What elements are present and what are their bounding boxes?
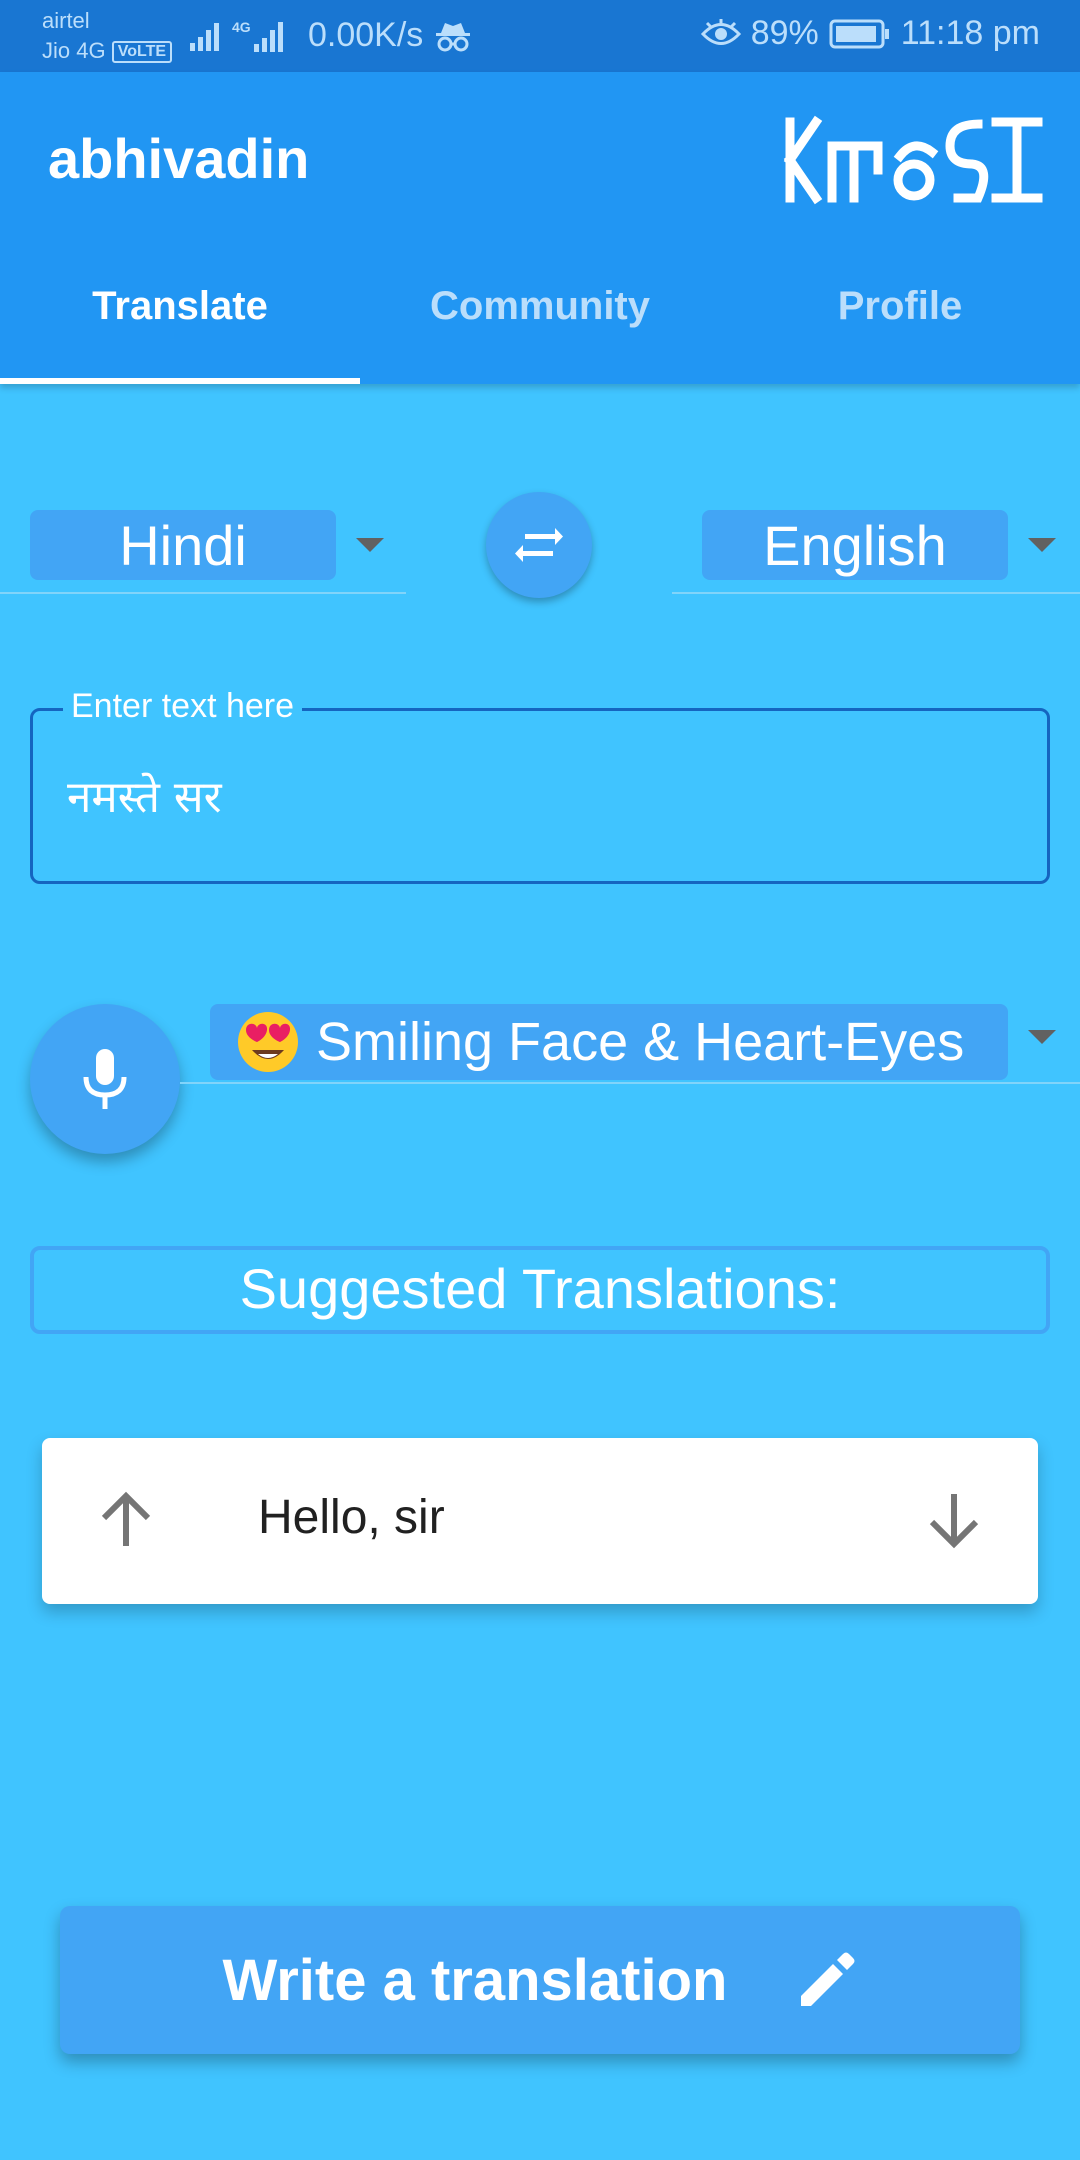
app-root: airtel Jio 4G VoLTE 4G 0.00K/s 89% 11:18… bbox=[0, 0, 1080, 2160]
tab-profile[interactable]: Profile bbox=[720, 252, 1080, 384]
carrier-name-1: airtel bbox=[42, 8, 90, 33]
chevron-down-icon bbox=[1028, 1030, 1056, 1044]
signal-icon bbox=[190, 22, 219, 51]
app-bar: abhivadin Translate Community Profile bbox=[0, 72, 1080, 384]
source-text-label: Enter text here bbox=[63, 687, 303, 726]
chevron-down-icon bbox=[1028, 538, 1056, 552]
microphone-button[interactable] bbox=[30, 1004, 180, 1154]
incognito-icon bbox=[436, 22, 471, 51]
battery-percent: 89% bbox=[750, 14, 819, 52]
tab-community[interactable]: Community bbox=[360, 252, 720, 384]
status-left-icons: 4G 0.00K/s bbox=[188, 16, 473, 55]
abhivadin-script-logo bbox=[783, 115, 1043, 205]
target-language-label: English bbox=[702, 510, 1008, 580]
write-translation-label: Write a translation bbox=[222, 1947, 728, 2013]
status-right: 89% 11:18 pm bbox=[700, 14, 1040, 53]
network-speed: 0.00K/s bbox=[308, 16, 424, 54]
tab-translate[interactable]: Translate bbox=[0, 252, 360, 384]
signal-4g-icon: 4G bbox=[232, 19, 283, 52]
source-language-label: Hindi bbox=[30, 510, 336, 580]
tab-bar: Translate Community Profile bbox=[0, 252, 1080, 384]
arrow-up-icon[interactable] bbox=[98, 1490, 154, 1550]
eye-icon bbox=[700, 18, 741, 45]
source-language-dropdown[interactable]: Hindi bbox=[0, 510, 406, 594]
volte-badge: VoLTE bbox=[111, 41, 173, 63]
svg-text:4G: 4G bbox=[232, 19, 251, 35]
carrier-info: airtel Jio 4G VoLTE bbox=[42, 6, 173, 66]
app-title: abhivadin bbox=[48, 127, 310, 190]
carrier-name-2: Jio 4G bbox=[42, 38, 106, 63]
write-translation-button[interactable]: Write a translation bbox=[60, 1906, 1020, 2054]
target-language-dropdown[interactable]: English bbox=[672, 510, 1080, 594]
emotion-selected: Smiling Face & Heart-Eyes bbox=[210, 1004, 1008, 1080]
emotion-dropdown[interactable]: Smiling Face & Heart-Eyes bbox=[180, 1004, 1080, 1084]
suggested-translations-header: Suggested Translations: bbox=[30, 1246, 1050, 1334]
swap-languages-button[interactable] bbox=[486, 492, 592, 598]
status-bar: airtel Jio 4G VoLTE 4G 0.00K/s 89% 11:18… bbox=[0, 0, 1080, 72]
heart-eyes-emoji-icon bbox=[238, 1012, 298, 1072]
battery-icon bbox=[829, 19, 889, 48]
clock: 11:18 pm bbox=[900, 14, 1040, 52]
chevron-down-icon bbox=[356, 538, 384, 552]
pencil-icon bbox=[801, 1952, 855, 2006]
microphone-icon bbox=[83, 1049, 127, 1109]
carrier-line-2: Jio 4G VoLTE bbox=[42, 36, 173, 66]
suggestion-card: Hello, sir bbox=[42, 1438, 1038, 1604]
swap-horizontal-icon bbox=[515, 528, 563, 562]
suggestion-text: Hello, sir bbox=[258, 1491, 445, 1544]
arrow-down-icon[interactable] bbox=[926, 1490, 982, 1550]
active-tab-indicator bbox=[0, 378, 360, 384]
source-text-field[interactable]: Enter text here नमस्ते सर bbox=[30, 687, 1050, 884]
emotion-label: Smiling Face & Heart-Eyes bbox=[316, 1012, 965, 1072]
source-text-value[interactable]: नमस्ते सर bbox=[67, 765, 222, 825]
